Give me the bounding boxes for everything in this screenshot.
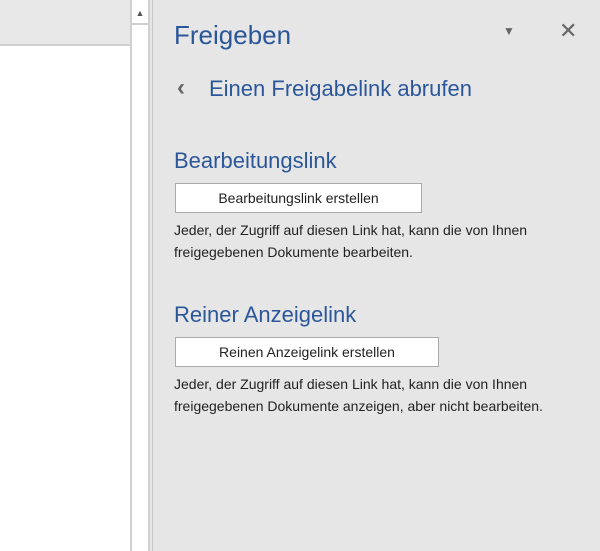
edit-link-description: Jeder, der Zugriff auf diesen Link hat, … [174,222,528,260]
back-chevron-icon[interactable]: ‹ [177,74,185,102]
panel-options-chevron-down-icon[interactable]: ▼ [503,24,515,38]
view-link-heading: Reiner Anzeigelink [174,302,357,327]
document-ruler [0,0,130,46]
create-edit-link-button[interactable]: Bearbeitungslink erstellen [175,183,422,213]
view-link-description: Jeder, der Zugriff auf diesen Link hat, … [174,376,543,414]
scroll-up-icon[interactable]: ▲ [132,3,148,25]
panel-title: Freigeben [174,20,292,50]
create-view-link-button[interactable]: Reinen Anzeigelink erstellen [175,337,439,367]
back-link[interactable]: Einen Freigabelink abrufen [209,76,472,102]
close-icon[interactable]: ✕ [559,18,577,44]
scrollbar[interactable]: ▲ [130,0,150,551]
edit-link-heading: Bearbeitungslink [174,148,337,173]
share-panel: Freigeben ▼ ✕ ‹ Einen Freigabelink abruf… [152,0,600,551]
document-area[interactable] [0,46,130,551]
